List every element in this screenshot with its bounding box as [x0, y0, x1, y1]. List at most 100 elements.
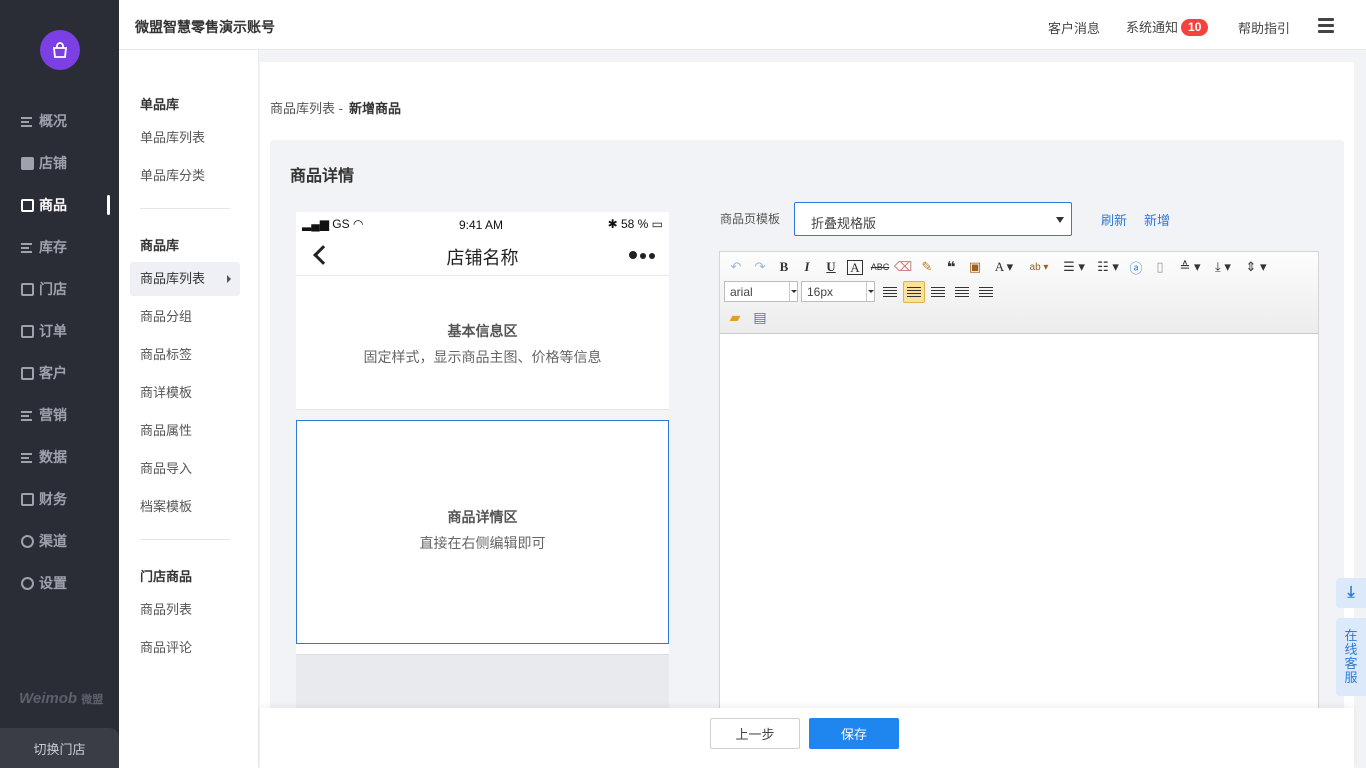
shop-icon: [21, 156, 34, 170]
stock-icon: [21, 240, 34, 254]
subnav-item[interactable]: 单品库列表: [130, 121, 240, 155]
bold-icon[interactable]: B: [775, 257, 793, 277]
paste-icon[interactable]: ▣: [966, 257, 984, 277]
nav-item-shop[interactable]: 店铺: [0, 148, 119, 178]
settings-icon: [21, 576, 34, 590]
notifications-label: 系统通知: [1126, 20, 1179, 35]
main-sidebar: 概况 店铺 商品 库存 门店 订单 客户 营销 数据 财务 渠道 设置 Weim…: [0, 0, 119, 768]
subnav-item-active[interactable]: 商品库列表: [130, 262, 240, 296]
nav-item-settings[interactable]: 设置: [0, 568, 119, 598]
footer-action-bar: 上一步 保存: [260, 708, 1354, 768]
customer-messages-link[interactable]: 客户消息: [1048, 18, 1100, 37]
subnav-group-title: 商品库: [140, 238, 180, 253]
refresh-link[interactable]: 刷新: [1101, 210, 1127, 229]
subnav-group-title: 门店商品: [140, 569, 193, 584]
align-center-icon[interactable]: [928, 282, 948, 302]
subnav-item[interactable]: 商品标签: [130, 338, 240, 372]
italic-icon[interactable]: I: [798, 257, 816, 277]
nav-item-overview[interactable]: 概况: [0, 106, 119, 136]
nav-item-marketing[interactable]: 营销: [0, 400, 119, 430]
indent-icon[interactable]: [880, 282, 900, 302]
line-height-icon[interactable]: ⇕ ▾: [1242, 257, 1270, 277]
strikethrough-icon[interactable]: ABC: [870, 257, 890, 277]
subnav-item[interactable]: 档案模板: [130, 490, 240, 524]
eraser-icon[interactable]: ⌫: [894, 257, 912, 277]
data-icon: [21, 450, 34, 464]
font-border-icon[interactable]: A: [846, 257, 864, 277]
detail-area-title: 商品详情区: [447, 509, 518, 525]
phone-nav-bar: 店铺名称: [296, 236, 669, 276]
download-icon[interactable]: ⤓: [1336, 578, 1366, 608]
font-family-select[interactable]: arial: [724, 281, 798, 302]
phone-status-bar: ▂▄▆ GS ◠ 9:41 AM ✱ 58 % ▭: [296, 212, 669, 236]
subnav-item[interactable]: 商详模板: [130, 376, 240, 410]
editor-toolbar: ↶ ↷ B I U A ABC ⌫ ✎ ❝ ▣ A ▾ ab ▾ ☰ ▾ ☷ ▾…: [720, 252, 1318, 334]
nav-item-goods[interactable]: 商品: [0, 190, 119, 220]
paragraph-spacing-icon[interactable]: ≙ ▾: [1176, 257, 1204, 277]
anchor-icon[interactable]: ⓐ: [1127, 257, 1145, 277]
quote-icon[interactable]: ❝: [942, 257, 960, 277]
help-link[interactable]: 帮助指引: [1238, 18, 1290, 37]
system-notifications-link[interactable]: 系统通知 10: [1126, 17, 1209, 36]
brand-name: Weimob: [19, 690, 78, 707]
subnav-item[interactable]: 商品评论: [130, 631, 240, 665]
phone-time: 9:41 AM: [459, 218, 504, 232]
nav-item-store[interactable]: 门店: [0, 274, 119, 304]
template-select[interactable]: 折叠规格版: [794, 202, 1072, 236]
basic-info-title: 基本信息区: [447, 323, 518, 339]
unordered-list-icon[interactable]: ☷ ▾: [1094, 257, 1122, 277]
nav-label: 库存: [39, 239, 67, 255]
subnav-item[interactable]: 商品分组: [130, 300, 240, 334]
nav-item-stock[interactable]: 库存: [0, 232, 119, 262]
editor-content-area[interactable]: [720, 335, 1318, 767]
subnav-item[interactable]: 商品列表: [130, 593, 240, 627]
format-brush-icon[interactable]: ✎: [918, 257, 936, 277]
goods-detail-area[interactable]: 商品详情区 直接在右侧编辑即可: [296, 420, 669, 644]
font-size-value: 16px: [807, 285, 834, 299]
signal-icon: ▂▄▆ GS ◠: [302, 217, 364, 231]
divider: [140, 208, 230, 209]
nav-item-data[interactable]: 数据: [0, 442, 119, 472]
save-button[interactable]: 保存: [809, 718, 899, 749]
line-spacing-top-icon[interactable]: ⤓ ▾: [1209, 257, 1237, 277]
nav-item-channel[interactable]: 渠道: [0, 526, 119, 556]
breadcrumb-current: 新增商品: [348, 101, 401, 116]
notification-badge: 10: [1181, 19, 1209, 36]
add-template-link[interactable]: 新增: [1144, 210, 1170, 229]
switch-store-button[interactable]: 切换门店: [0, 728, 119, 768]
hamburger-menu-icon[interactable]: [1318, 18, 1334, 33]
goods-detail-panel: 商品详情 ▂▄▆ GS ◠ 9:41 AM ✱ 58 % ▭ 店铺名称 基本信息…: [270, 140, 1344, 768]
nav-label: 渠道: [39, 533, 67, 549]
finance-icon: [21, 492, 34, 506]
ordered-list-icon[interactable]: ☰ ▾: [1060, 257, 1088, 277]
insert-image-icon[interactable]: ▰: [725, 307, 745, 327]
nav-item-finance[interactable]: 财务: [0, 484, 119, 514]
account-name: 微盟智慧零售演示账号: [135, 19, 275, 35]
online-service-button[interactable]: 在线客服: [1336, 618, 1366, 696]
underline-icon[interactable]: U: [822, 257, 840, 277]
redo-icon[interactable]: ↷: [750, 257, 770, 277]
align-justify-icon[interactable]: [976, 282, 996, 302]
breadcrumb: 商品库列表 - 新增商品: [270, 98, 401, 117]
insert-video-icon[interactable]: ▤: [750, 307, 770, 327]
page-break-icon[interactable]: ▯: [1151, 257, 1169, 277]
overview-icon: [21, 114, 34, 128]
undo-icon[interactable]: ↶: [726, 257, 746, 277]
logo-icon[interactable]: [40, 30, 80, 70]
align-right-icon[interactable]: [952, 282, 972, 302]
breadcrumb-parent[interactable]: 商品库列表 -: [270, 101, 343, 116]
subnav-item[interactable]: 商品属性: [130, 414, 240, 448]
nav-item-customer[interactable]: 客户: [0, 358, 119, 388]
order-icon: [21, 324, 34, 338]
font-size-select[interactable]: 16px: [801, 281, 875, 302]
previous-step-button[interactable]: 上一步: [710, 718, 800, 749]
font-color-icon[interactable]: A ▾: [990, 257, 1018, 277]
template-label: 商品页模板: [720, 212, 781, 226]
background-color-icon[interactable]: ab ▾: [1024, 257, 1054, 277]
nav-item-order[interactable]: 订单: [0, 316, 119, 346]
brand-logo: Weimob 微盟: [19, 690, 103, 707]
subnav-item[interactable]: 商品导入: [130, 452, 240, 486]
align-left-icon[interactable]: [903, 281, 925, 303]
subnav-item[interactable]: 单品库分类: [130, 159, 240, 193]
nav-label: 营销: [39, 407, 67, 423]
